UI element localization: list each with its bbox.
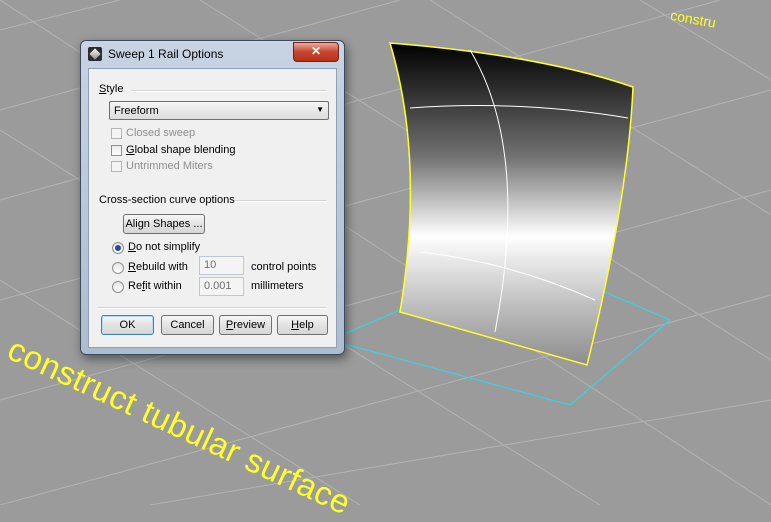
refit-within-label: Refit within [128,280,182,292]
style-separator [131,90,327,92]
millimeters-unit-label: millimeters [251,280,304,292]
untrimmed-miters-checkbox[interactable] [111,161,122,172]
cross-section-group-label: Cross-section curve options [99,194,235,206]
cancel-button[interactable]: Cancel [161,315,214,335]
style-dropdown-value: Freeform [114,105,159,117]
closed-sweep-checkbox[interactable] [111,128,122,139]
rebuild-with-radio[interactable] [112,262,124,274]
closed-sweep-label: Closed sweep [126,127,196,139]
global-shape-blending-label: Global shape blending [126,144,236,156]
control-points-unit-label: control points [251,261,317,273]
rebuild-points-field[interactable]: 10 [199,256,244,275]
refit-within-radio[interactable] [112,281,124,293]
chevron-down-icon: ▼ [316,105,324,114]
style-group-label: Style [99,83,124,95]
dialog-client-area: Style Freeform ▼ Closed sweep Global sha… [88,68,337,348]
rebuild-with-label: Rebuild with [128,261,188,273]
ok-button[interactable]: OK [101,315,154,335]
refit-tolerance-field[interactable]: 0.001 [199,277,244,296]
help-button[interactable]: Help [277,315,328,335]
do-not-simplify-label: Do not simplify [128,241,201,253]
swept-surface [388,42,634,366]
do-not-simplify-radio[interactable] [112,242,124,254]
style-dropdown[interactable]: Freeform ▼ [109,101,329,120]
global-shape-blending-checkbox[interactable] [111,145,122,156]
close-icon: ✕ [310,44,322,58]
dialog-titlebar[interactable]: Sweep 1 Rail Options ✕ [81,41,344,67]
buttons-separator [97,307,327,309]
align-shapes-button[interactable]: Align Shapes ... [123,214,205,234]
sweep-options-dialog: Sweep 1 Rail Options ✕ Style Freeform ▼ … [80,40,345,355]
app-icon [88,47,102,61]
close-button[interactable]: ✕ [293,42,339,62]
preview-button[interactable]: Preview [219,315,272,335]
untrimmed-miters-label: Untrimmed Miters [126,160,213,172]
cross-section-separator [235,200,327,202]
dialog-title: Sweep 1 Rail Options [108,47,224,61]
